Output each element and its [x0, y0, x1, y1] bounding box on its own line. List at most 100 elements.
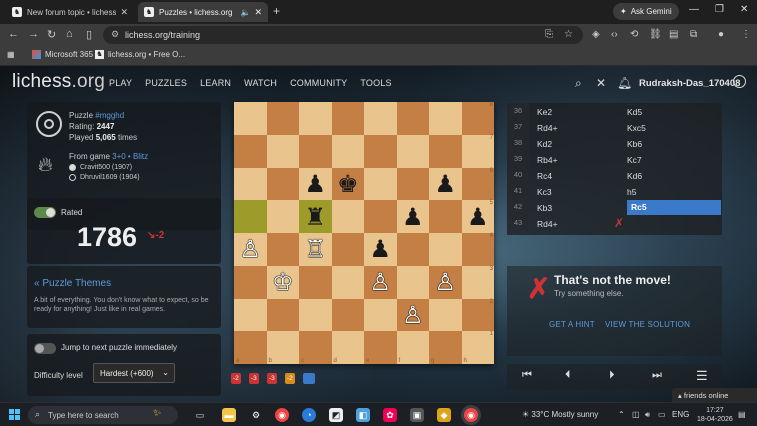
chess-piece[interactable]: ♟	[434, 172, 456, 196]
app3-icon[interactable]: ◆	[437, 408, 451, 422]
address-bar[interactable]: ⚙ lichess.org/training	[103, 26, 583, 44]
square-g3[interactable]: ♙	[429, 265, 462, 299]
square-h1[interactable]: 1h	[461, 331, 494, 364]
square-d3[interactable]	[331, 265, 364, 299]
profile-avatar[interactable]: ●	[718, 29, 724, 40]
puzzle-id-link[interactable]: #mgghd	[95, 111, 124, 120]
square-f8[interactable]	[396, 102, 429, 135]
task-view-icon[interactable]: ▭	[193, 408, 207, 422]
square-e2[interactable]	[364, 298, 397, 332]
square-b6[interactable]	[266, 167, 299, 201]
square-h6[interactable]: 6	[461, 167, 494, 201]
square-c7[interactable]	[299, 134, 332, 168]
notifications-icon[interactable]: 🔔︎	[617, 76, 632, 90]
history-icon[interactable]: ⟲	[630, 29, 638, 40]
back-icon[interactable]: ←	[8, 28, 19, 40]
app-icon[interactable]: ◩	[329, 408, 343, 422]
menu-kebab-icon[interactable]: ⋮	[741, 29, 751, 40]
prev-move-icon[interactable]: ⏴	[565, 369, 571, 382]
square-b8[interactable]	[266, 102, 299, 135]
extension-icon[interactable]: ◈	[592, 29, 600, 40]
next-move-icon[interactable]: ⏵	[609, 369, 615, 382]
chess-piece[interactable]: ♖	[304, 237, 326, 261]
square-e7[interactable]	[364, 134, 397, 168]
square-c2[interactable]	[299, 298, 332, 332]
chess-piece[interactable]: ♙	[402, 303, 424, 327]
streak-badge[interactable]: -3	[249, 373, 259, 384]
rated-toggle[interactable]	[34, 207, 56, 218]
chess-piece[interactable]: ♚	[337, 172, 359, 196]
square-g4[interactable]	[429, 233, 462, 266]
chrome-active-icon[interactable]: ◉	[464, 408, 478, 422]
minimize-icon[interactable]: —	[689, 4, 699, 15]
square-f1[interactable]: f	[396, 331, 429, 364]
square-a7[interactable]	[234, 134, 267, 168]
view-solution-button[interactable]: VIEW THE SOLUTION	[605, 320, 690, 329]
square-f2[interactable]: ♙	[396, 298, 429, 332]
square-f4[interactable]	[396, 233, 429, 266]
nav-community[interactable]: COMMUNITY	[290, 78, 347, 88]
square-d1[interactable]: d	[331, 331, 364, 364]
black-move[interactable]: Kc7	[627, 155, 642, 165]
ask-gemini-button[interactable]: ✦ Ask Gemini	[613, 3, 679, 20]
square-c4[interactable]: ♖	[299, 233, 332, 266]
install-app-icon[interactable]: ⎘	[545, 29, 553, 40]
square-b5[interactable]	[266, 200, 299, 233]
game-link[interactable]: 3+0 • Blitz	[112, 152, 148, 161]
get-hint-button[interactable]: GET A HINT	[549, 320, 595, 329]
white-move[interactable]: Kd2	[537, 139, 552, 149]
player-white[interactable]: Cravit500 (1907)	[69, 164, 132, 171]
chessboard[interactable]: 8 7 ♟ ♚ ♟ 6 ♜ ♟ 5 ♟ ♙ ♖ ♟ 4 ♔ ♙ ♙ 3 ♙ 2 a b c d e f g 1 h	[234, 102, 494, 364]
white-move[interactable]: Rd4+	[537, 219, 558, 229]
friends-online-box[interactable]: ▴ friends online	[672, 388, 757, 402]
forward-icon[interactable]: →	[28, 28, 39, 40]
nav-play[interactable]: PLAY	[109, 78, 132, 88]
battery-icon[interactable]: ▭	[658, 410, 666, 419]
reload-icon[interactable]: ↻	[47, 28, 56, 41]
nav-puzzles[interactable]: PUZZLES	[145, 78, 187, 88]
square-d7[interactable]	[331, 134, 364, 168]
chess-piece[interactable]: ♟	[369, 237, 391, 261]
black-move[interactable]: h5	[627, 187, 636, 197]
sidebar-icon[interactable]: ▯	[86, 28, 92, 41]
player-black[interactable]: Dhruvil1609 (1904)	[69, 174, 140, 181]
square-a5[interactable]	[234, 200, 267, 233]
bookmark-microsoft365[interactable]: Microsoft 365	[32, 50, 93, 59]
black-move[interactable]: Kxc5	[627, 123, 646, 133]
copilot-icon[interactable]: ✿	[383, 408, 397, 422]
tab-search-icon[interactable]: ⧉	[690, 29, 697, 40]
black-move[interactable]: Kd5	[627, 107, 642, 117]
white-move[interactable]: Ke2	[537, 107, 552, 117]
streak-badge[interactable]: -3	[267, 373, 277, 384]
square-c5[interactable]: ♜	[299, 200, 332, 233]
square-a3[interactable]	[234, 265, 267, 299]
chess-piece[interactable]: ♙	[434, 270, 456, 294]
nav-learn[interactable]: LEARN	[200, 78, 231, 88]
white-move[interactable]: Rb4+	[537, 155, 558, 165]
bookmark-star-icon[interactable]: ☆	[564, 29, 573, 40]
first-move-icon[interactable]: ⏮	[522, 369, 532, 382]
square-c3[interactable]	[299, 265, 332, 299]
reading-list-icon[interactable]: ▤	[669, 29, 678, 40]
square-b3[interactable]: ♔	[266, 265, 299, 299]
difficulty-select[interactable]: Hardest (+600) ⌄	[93, 363, 175, 383]
notification-icon[interactable]: ▤	[738, 410, 746, 419]
chess-piece[interactable]: ♙	[239, 237, 261, 261]
settings-icon[interactable]: ⚙	[249, 408, 263, 422]
maximize-icon[interactable]: ❐	[715, 4, 724, 15]
chrome-icon[interactable]: ◉	[275, 408, 289, 422]
square-g6[interactable]: ♟	[429, 167, 462, 201]
square-d5[interactable]	[331, 200, 364, 233]
square-f7[interactable]	[396, 134, 429, 168]
new-tab-button[interactable]: +	[273, 4, 280, 18]
square-e3[interactable]: ♙	[364, 265, 397, 299]
tray-caret-icon[interactable]: ⌃	[618, 410, 625, 419]
speaker-icon[interactable]: 🔊︎	[645, 410, 650, 420]
language-indicator[interactable]: ENG	[672, 410, 689, 419]
network-icon[interactable]: ◫	[632, 410, 640, 419]
square-f3[interactable]	[396, 265, 429, 299]
black-move[interactable]: Kb6	[627, 139, 642, 149]
close-window-icon[interactable]: ✕	[740, 4, 748, 15]
square-c1[interactable]: c	[299, 331, 332, 364]
site-info-icon[interactable]: ⚙	[111, 29, 119, 40]
